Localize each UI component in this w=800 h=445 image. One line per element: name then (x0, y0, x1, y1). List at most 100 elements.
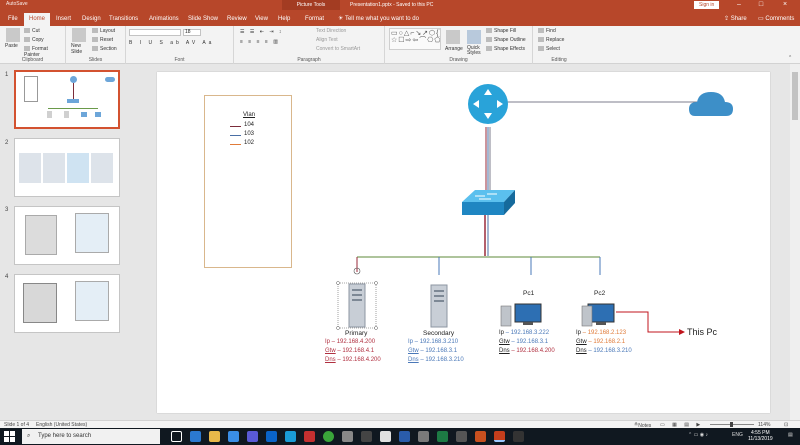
teams-icon[interactable] (247, 431, 258, 442)
mini-cloud (105, 77, 115, 82)
close-icon[interactable]: × (776, 0, 794, 10)
chrome-icon[interactable] (323, 431, 334, 442)
font-name-field[interactable] (129, 29, 181, 36)
tell-me-search[interactable]: ☀ Tell me what you want to do (338, 13, 419, 25)
paste-button[interactable]: Paste (5, 43, 18, 49)
powerpoint-icon[interactable] (494, 431, 505, 442)
vertical-scrollbar[interactable] (790, 64, 800, 420)
mini-dialog (75, 281, 109, 321)
pc2-dns: Dns – 192.168.3.210 (576, 348, 632, 354)
align-buttons[interactable]: ≡ ≡ ≡ ≡ ▥ (240, 39, 280, 45)
store-icon[interactable] (228, 431, 239, 442)
quick-styles-button[interactable]: Quick Styles (467, 46, 485, 56)
quick-styles-icon[interactable] (467, 30, 481, 44)
slide-thumbnail-2[interactable] (14, 138, 120, 197)
app-icon[interactable] (456, 431, 467, 442)
zoom-slider[interactable] (710, 422, 754, 427)
list-buttons[interactable]: ☰ ☰ ⇤ ⇥ ↕ (240, 29, 283, 35)
drawing-label: Drawing (449, 57, 468, 63)
windows-start-icon[interactable] (4, 431, 15, 442)
word-icon[interactable] (399, 431, 410, 442)
tab-file[interactable]: File (3, 13, 23, 26)
minimize-icon[interactable]: – (730, 0, 748, 10)
file-explorer-icon[interactable] (209, 431, 220, 442)
slide-thumbnails-pane[interactable]: 1 2 3 4 (0, 64, 130, 420)
ribbon-tabs: File Home Insert Design Transitions Anim… (0, 10, 800, 26)
select-button[interactable]: Select (538, 46, 560, 52)
media-icon[interactable] (304, 431, 315, 442)
tab-transitions[interactable]: Transitions (104, 13, 143, 26)
tab-format[interactable]: Format (300, 13, 329, 26)
zoom-slider-knob[interactable] (730, 422, 733, 427)
slide-thumbnail-3[interactable] (14, 206, 120, 265)
slide-thumbnail-1[interactable] (14, 70, 120, 129)
shape-fill-button[interactable]: Shape Fill (486, 28, 516, 34)
convert-smartart-button[interactable]: Convert to SmartArt (316, 46, 360, 52)
shape-effects-button[interactable]: Shape Effects (486, 46, 525, 52)
tray-icons[interactable]: ⌃ ▭ ◉ ♪ (688, 432, 708, 438)
snipping-icon[interactable] (342, 431, 353, 442)
mini-router (70, 76, 77, 83)
secondary-ip: Ip – 192.168.3.210 (408, 339, 459, 345)
arrange-button[interactable]: Arrange (445, 46, 463, 52)
primary-label: Primary (345, 330, 368, 337)
terminal-icon[interactable] (361, 431, 372, 442)
reset-button[interactable]: Reset (92, 37, 113, 43)
tab-home[interactable]: Home (24, 13, 51, 26)
app-icon[interactable] (475, 431, 486, 442)
drawing-group: ▭○△⌐↘↗⬡{}☆☐⇨⇦⌒⎔⬠ Arrange Quick Styles Sh… (385, 26, 533, 64)
font-style-buttons[interactable]: B I U S ab AV Aa (129, 40, 214, 46)
replace-button[interactable]: Replace (538, 37, 564, 43)
cut-button[interactable]: Cut (24, 28, 40, 34)
share-button[interactable]: ⇪ Share (724, 13, 747, 25)
edge-icon[interactable] (190, 431, 201, 442)
align-text-button[interactable]: Align Text (316, 37, 338, 43)
skype-icon[interactable] (285, 431, 296, 442)
thumb-number: 1 (5, 72, 9, 78)
language-tray[interactable]: ENG (732, 432, 743, 438)
shapes-gallery[interactable]: ▭○△⌐↘↗⬡{}☆☐⇨⇦⌒⎔⬠ (389, 28, 441, 50)
collapse-ribbon-icon[interactable]: ⌃ (788, 55, 792, 61)
notepad-icon[interactable] (380, 431, 391, 442)
tab-slide-show[interactable]: Slide Show (183, 13, 223, 26)
pc1-label: Pc1 (523, 290, 535, 297)
primary-gtw: Gtw – 192.168.4.1 (325, 348, 375, 354)
task-view-icon[interactable] (171, 431, 182, 442)
arrange-icon[interactable] (446, 30, 460, 44)
tab-review[interactable]: Review (222, 13, 252, 26)
maximize-icon[interactable]: □ (752, 0, 770, 10)
outlook-icon[interactable] (266, 431, 277, 442)
paste-icon[interactable] (6, 28, 20, 42)
cloud-icon (689, 92, 733, 116)
sign-in-button[interactable]: Sign in (694, 1, 720, 9)
tab-animations[interactable]: Animations (144, 13, 184, 26)
slide-thumbnail-4[interactable] (14, 274, 120, 333)
app-icon[interactable] (418, 431, 429, 442)
tab-help[interactable]: Help (273, 13, 295, 26)
shape-outline-button[interactable]: Shape Outline (486, 37, 526, 43)
tab-design[interactable]: Design (77, 13, 106, 26)
autosave-label[interactable]: AutoSave (6, 1, 28, 7)
document-title: Presentation1.pptx - Saved to this PC (350, 2, 434, 8)
new-slide-button[interactable]: New Slide (71, 43, 91, 55)
taskbar-clock[interactable]: 4:55 PM 11/13/2019 (748, 430, 773, 442)
copy-button[interactable]: Copy (24, 37, 44, 43)
taskbar-search-box[interactable]: ⌕ Type here to search (22, 429, 160, 444)
scrollbar-thumb[interactable] (792, 72, 798, 120)
new-slide-icon[interactable] (72, 28, 86, 42)
app-icon[interactable] (513, 431, 524, 442)
text-direction-button[interactable]: Text Direction (316, 28, 346, 34)
arrow-head-icon (679, 329, 685, 335)
find-button[interactable]: Find (538, 28, 556, 34)
notifications-icon[interactable]: ▤ (788, 432, 793, 438)
pc1-ip: Ip – 192.168.3.222 (499, 330, 550, 336)
tab-insert[interactable]: Insert (51, 13, 76, 26)
slide-canvas[interactable]: Vlan 104 103 102 Primary Secondary Pc1 P… (157, 72, 770, 413)
font-size-field[interactable]: 18 (183, 29, 201, 36)
tab-view[interactable]: View (250, 13, 273, 26)
mini-server (47, 111, 52, 118)
comments-button[interactable]: ▭ Comments (758, 13, 794, 25)
section-button[interactable]: Section (92, 46, 117, 52)
layout-button[interactable]: Layout (92, 28, 115, 34)
excel-icon[interactable] (437, 431, 448, 442)
